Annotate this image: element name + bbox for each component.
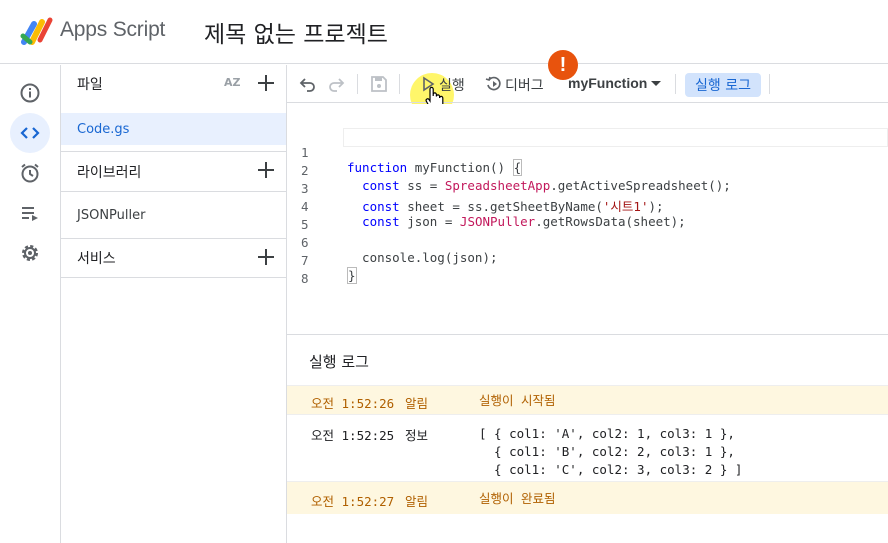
apps-script-logo[interactable] [20,16,54,46]
debug-button[interactable]: 디버그 [505,75,544,95]
toolbar-divider [399,74,400,94]
settings-button[interactable] [10,233,50,273]
code-editor[interactable]: 1 function myFunction() { 2 const ss = S… [287,104,888,334]
info-icon [20,83,40,103]
file-name: Code.gs [77,121,130,137]
sort-az-button[interactable]: AZ [224,76,244,96]
settings-icon [22,245,38,261]
executions-button[interactable] [10,193,50,233]
log-row: 오전 1:52:26 알림 실행이 시작됨 [287,385,888,414]
execution-log-panel: 실행 로그 오전 1:52:26 알림 실행이 시작됨 오전 1:52:25 정… [287,334,888,543]
triggers-button[interactable] [10,153,50,193]
library-item-jsonpuller[interactable]: JSONPuller [61,191,286,238]
debug-icon[interactable] [485,75,503,93]
log-row: 오전 1:52:25 정보 [ { col1: 'A', col2: 1, co… [287,414,888,481]
files-header: 파일 AZ [61,65,286,103]
nav-rail [0,65,61,543]
code-line: 3 const sheet = ss.getSheetByName('시트1')… [301,181,664,214]
code-line: 4 const json = JSONPuller.getRowsData(sh… [301,199,686,229]
log-row: 오전 1:52:27 알림 실행이 완료됨 [287,481,888,514]
code-line: 1 function myFunction() { [301,145,523,176]
code-line: 5 [301,217,309,232]
add-library-icon[interactable] [256,160,276,180]
alarm-icon [21,163,39,183]
warning-icon: ! [548,50,578,80]
app-name: Apps Script [60,18,166,41]
code-line: 6 console.log(json); [301,235,498,265]
execution-log-button[interactable]: 실행 로그 [685,73,761,97]
libraries-title: 라이브러리 [77,164,142,181]
undo-icon[interactable] [299,75,317,93]
chevron-down-icon[interactable] [649,77,663,91]
services-title: 서비스 [77,251,116,267]
project-title[interactable]: 제목 없는 프로젝트 [204,15,388,49]
editor-button[interactable] [10,113,50,153]
toolbar-divider [769,74,770,94]
function-select[interactable]: myFunction [568,75,647,91]
add-service-icon[interactable] [256,247,276,267]
log-title: 실행 로그 [309,353,369,371]
app-header: Apps Script 제목 없는 프로젝트 [0,0,888,64]
redo-icon[interactable] [327,75,345,93]
toolbar-divider [675,74,676,94]
services-header: 서비스 [61,238,286,278]
file-item-code-gs[interactable]: Code.gs [61,113,286,145]
editor-toolbar: 실행 디버그 myFunction [287,65,888,103]
libraries-header: 라이브러리 [61,151,286,191]
library-name: JSONPuller [77,207,146,223]
overview-button[interactable] [10,73,50,113]
current-line-highlight [343,128,888,147]
toolbar-divider [357,74,358,94]
executions-icon [22,207,38,221]
add-file-icon[interactable] [256,73,276,93]
code-line: 8 [301,271,309,286]
save-icon[interactable] [370,75,388,93]
code-line: 7 } [301,253,357,284]
code-line: 2 const ss = SpreadsheetApp.getActiveSpr… [301,163,731,193]
code-icon [20,127,40,139]
files-panel: 파일 AZ Code.gs 라이브러리 JSONPuller 서비스 [61,65,287,543]
files-title: 파일 [77,77,103,93]
